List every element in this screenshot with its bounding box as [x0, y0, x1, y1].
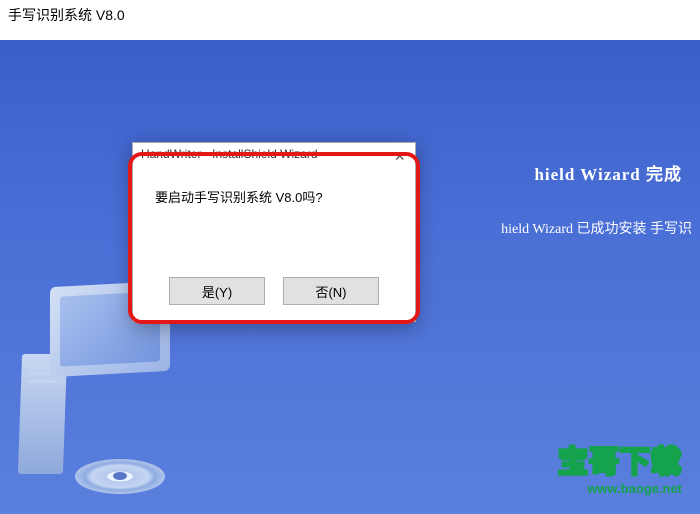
window-title-bar: 手写识别系统 V8.0 [0, 0, 700, 30]
watermark-brand: 宝哥下载 [558, 437, 682, 481]
watermark-url: www.baoge.net [558, 481, 682, 496]
window-title: 手写识别系统 V8.0 [8, 7, 125, 23]
close-icon[interactable]: × [394, 146, 405, 167]
dialog-title: HandWriter - InstallShield Wizard [133, 143, 415, 165]
wizard-installed-text: hield Wizard 已成功安装 手写识 [501, 218, 692, 238]
cd-icon [75, 459, 165, 494]
wizard-complete-heading: hield Wizard 完成 [534, 160, 682, 185]
dialog-button-row: 是(Y) 否(N) [133, 277, 415, 305]
watermark: 宝哥下载 www.baoge.net [558, 437, 682, 496]
no-button[interactable]: 否(N) [283, 277, 379, 305]
dialog-message: 要启动手写识别系统 V8.0吗? [133, 165, 415, 216]
confirm-dialog: HandWriter - InstallShield Wizard × 要启动手… [132, 142, 416, 322]
yes-button[interactable]: 是(Y) [169, 277, 265, 305]
